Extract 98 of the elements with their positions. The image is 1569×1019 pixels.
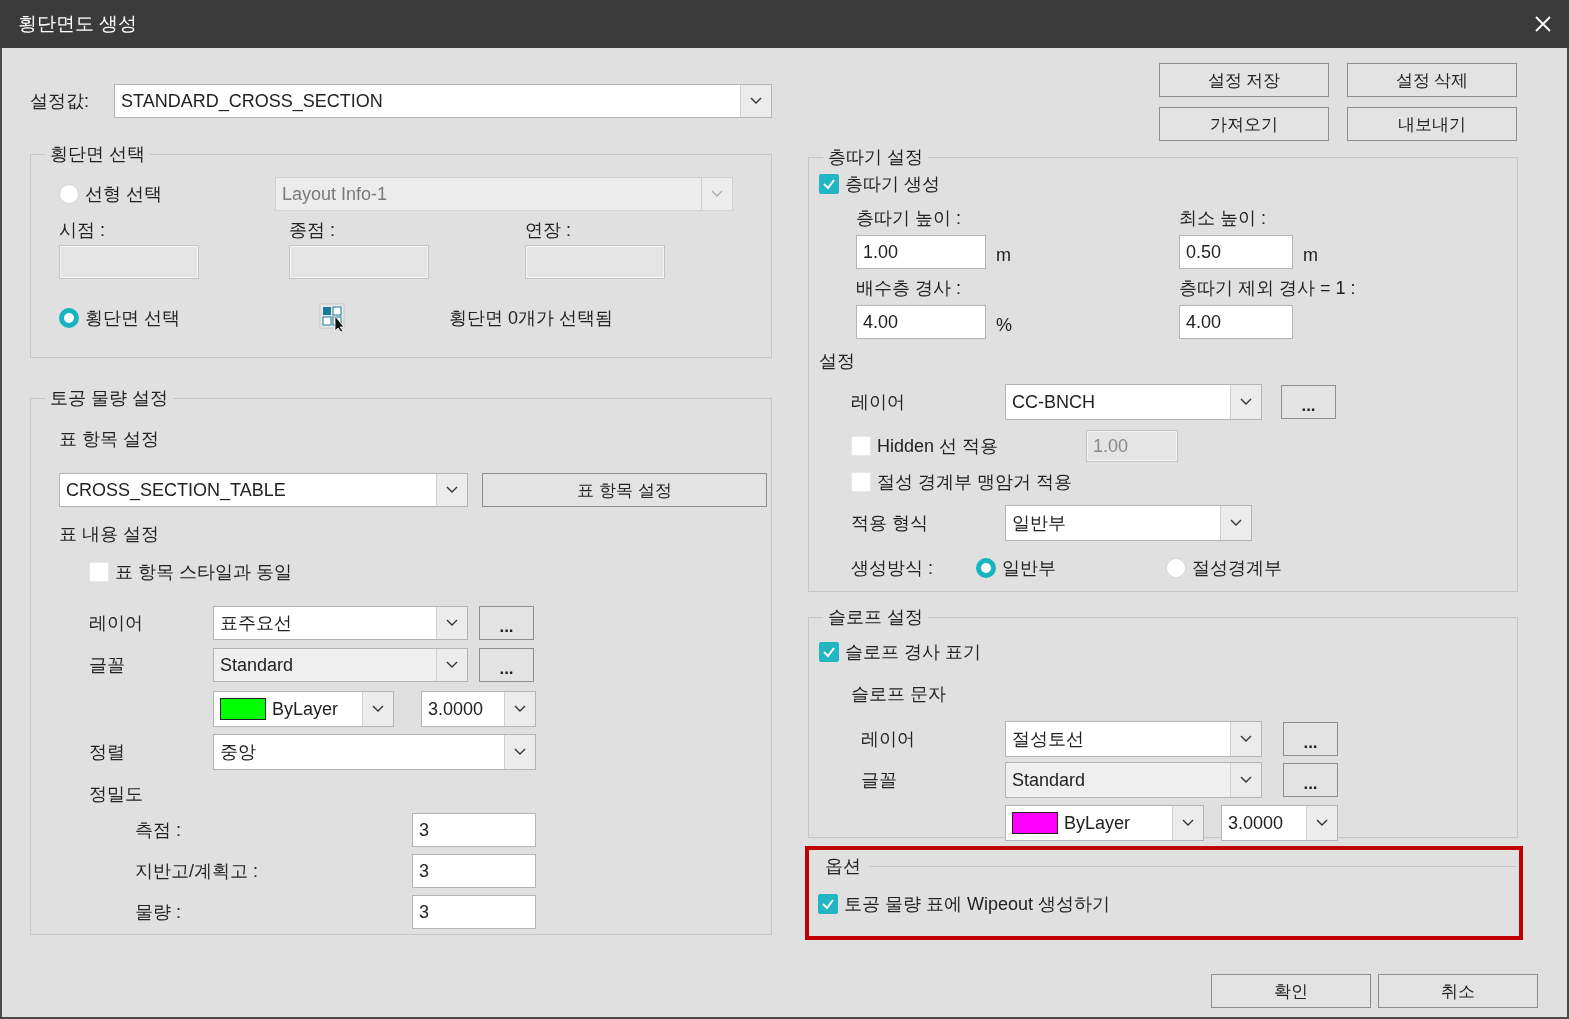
checkbox-label: 토공 물량 표에 Wipeout 생성하기 — [844, 893, 1111, 916]
layer-dropdown[interactable]: 절성토선 — [1005, 721, 1262, 757]
field-label: 층따기 제외 경사 = 1 : — [1179, 277, 1357, 299]
input-field[interactable]: 3 — [412, 854, 536, 888]
radio-button[interactable] — [59, 184, 79, 204]
window-title: 횡단면도 생성 — [18, 12, 138, 36]
browse-button[interactable]: ... — [1283, 763, 1338, 797]
radio-label: 절성경계부 — [1192, 557, 1282, 580]
table-settings-button[interactable]: 표 항목 설정 — [482, 473, 767, 507]
group-title: 옵션 — [825, 855, 862, 878]
radio-button[interactable] — [59, 308, 79, 328]
section-label: 표 내용 설정 — [59, 523, 159, 546]
layer-dropdown[interactable]: CC-BNCH — [1005, 384, 1262, 420]
field-label: 측점 : — [135, 819, 182, 842]
checkbox-label: 표 항목 스타일과 동일 — [115, 561, 292, 584]
checkbox-label: 슬로프 경사 표기 — [845, 641, 981, 664]
checkbox[interactable] — [818, 894, 838, 914]
table-dropdown[interactable]: CROSS_SECTION_TABLE — [59, 473, 468, 507]
browse-button[interactable]: ... — [1283, 722, 1338, 756]
chevron-down-icon — [1316, 819, 1328, 827]
field-label: 글꼴 — [861, 769, 898, 792]
field-label: 종점 : — [289, 219, 336, 241]
field-label: 배수층 경사 : — [856, 277, 962, 299]
unit-label: % — [996, 314, 1012, 336]
color-dropdown[interactable]: ByLayer — [1005, 805, 1204, 841]
input-field[interactable]: 0.50 — [1179, 235, 1293, 269]
chevron-down-icon — [1240, 398, 1252, 406]
checkbox-label: 층따기 생성 — [845, 173, 940, 196]
section-label: 표 항목 설정 — [59, 428, 159, 451]
alignment-dropdown[interactable]: Layout Info-1 — [275, 177, 733, 211]
layer-dropdown[interactable]: 표주요선 — [213, 606, 468, 640]
browse-button[interactable]: ... — [479, 648, 534, 682]
text-height-dropdown[interactable]: 3.0000 — [421, 691, 536, 727]
chevron-down-icon — [1182, 819, 1194, 827]
text-height-dropdown[interactable]: 3.0000 — [1221, 805, 1338, 841]
radio-label: 횡단면 선택 — [85, 307, 180, 330]
unit-label: m — [1303, 244, 1318, 266]
browse-button[interactable]: ... — [1281, 385, 1336, 419]
field-label: 시점 : — [59, 219, 106, 241]
chevron-down-icon — [372, 705, 384, 713]
settings-button[interactable]: 설정 삭제 — [1347, 63, 1517, 97]
chevron-down-icon — [1230, 519, 1242, 527]
chevron-down-icon — [446, 619, 458, 627]
settings-button[interactable]: 설정 저장 — [1159, 63, 1329, 97]
chevron-down-icon — [1240, 776, 1252, 784]
checkbox-label: Hidden 선 적용 — [877, 435, 999, 458]
radio-button[interactable] — [976, 558, 996, 578]
input-field[interactable]: 3 — [412, 895, 536, 929]
type-dropdown[interactable]: 일반부 — [1005, 505, 1252, 541]
font-dropdown[interactable]: Standard — [213, 648, 468, 682]
chevron-down-icon — [711, 190, 723, 198]
unit-label: m — [996, 244, 1011, 266]
browse-button[interactable]: ... — [479, 606, 534, 640]
field-label: 적용 형식 — [851, 512, 929, 535]
field-label: 최소 높이 : — [1179, 207, 1267, 229]
chevron-down-icon — [446, 661, 458, 669]
color-dropdown[interactable]: ByLayer — [213, 691, 394, 727]
chevron-down-icon — [1240, 735, 1252, 743]
pick-sections-icon[interactable] — [319, 303, 347, 333]
checkbox-label: 절성 경계부 맹암거 적용 — [877, 471, 1072, 494]
field-label: 생성방식 : — [851, 557, 934, 580]
radio-button[interactable] — [1166, 558, 1186, 578]
selection-status: 횡단면 0개가 선택됨 — [449, 307, 613, 330]
font-dropdown[interactable]: Standard — [1005, 762, 1262, 798]
dialog-button[interactable]: 취소 — [1378, 974, 1538, 1008]
field-label: 레이어 — [851, 391, 906, 414]
field-label: 레이어 — [861, 728, 916, 751]
field-label: 층따기 높이 : — [856, 207, 962, 229]
input-field[interactable] — [289, 245, 429, 279]
input-field[interactable] — [59, 245, 199, 279]
field-label: 글꼴 — [89, 654, 126, 677]
field-label: 지반고/계획고 : — [135, 860, 259, 883]
input-field[interactable]: 1.00 — [856, 235, 986, 269]
preset-label: 설정값: — [30, 90, 90, 113]
preset-dropdown[interactable]: STANDARD_CROSS_SECTION — [114, 84, 772, 118]
field-label: 정렬 — [89, 741, 126, 764]
radio-label: 선형 선택 — [85, 183, 162, 206]
chevron-down-icon — [446, 486, 458, 494]
input-field[interactable] — [525, 245, 665, 279]
section-label: 정밀도 — [89, 783, 143, 806]
radio-label: 일반부 — [1002, 557, 1056, 580]
chevron-down-icon — [750, 97, 762, 105]
settings-button[interactable]: 가져오기 — [1159, 107, 1329, 141]
chevron-down-icon — [514, 705, 526, 713]
field-label: 물량 : — [135, 901, 182, 924]
section-label: 설정 — [819, 350, 855, 373]
alignment-dropdown[interactable]: 중앙 — [213, 734, 536, 770]
chevron-down-icon — [514, 748, 526, 756]
settings-button[interactable]: 내보내기 — [1347, 107, 1517, 141]
field-label: 연장 : — [525, 219, 572, 241]
checkbox[interactable] — [819, 174, 839, 194]
input-field[interactable]: 3 — [412, 813, 536, 847]
section-label: 슬로프 문자 — [851, 683, 946, 706]
input-field[interactable]: 4.00 — [856, 305, 986, 339]
field-label: 레이어 — [89, 612, 144, 635]
dialog-button[interactable]: 확인 — [1211, 974, 1371, 1008]
checkbox[interactable] — [819, 642, 839, 662]
input-field[interactable]: 4.00 — [1179, 305, 1293, 339]
